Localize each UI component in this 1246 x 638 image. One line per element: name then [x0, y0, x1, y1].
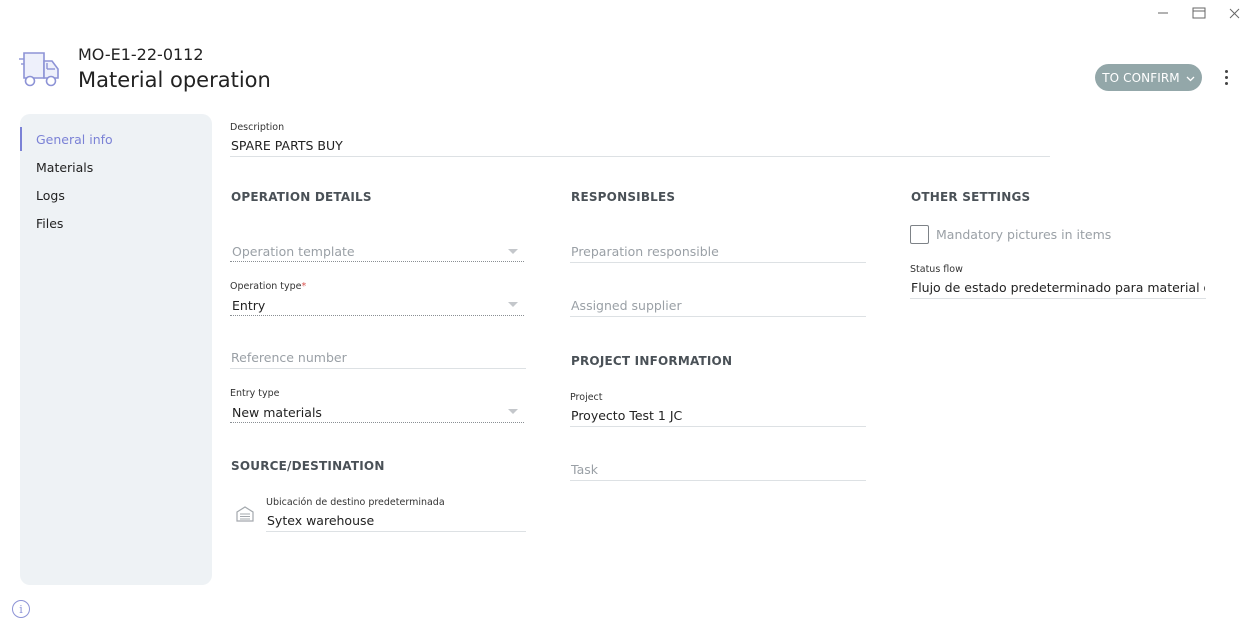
operation-type-underline — [230, 315, 524, 316]
status-flow-label: Status flow — [910, 264, 963, 275]
sidebar-item-logs[interactable]: Logs — [20, 183, 212, 207]
operation-template-select[interactable]: Operation template — [232, 244, 355, 259]
status-button[interactable]: TO CONFIRM — [1095, 64, 1202, 91]
assigned-supplier-input[interactable]: Assigned supplier — [571, 298, 682, 313]
page-title: Material operation — [78, 68, 271, 92]
task-underline — [570, 480, 866, 481]
chevron-down-icon — [1186, 71, 1195, 85]
source-destination-heading: SOURCE/DESTINATION — [231, 459, 385, 473]
minimize-icon[interactable] — [1151, 4, 1175, 22]
description-field[interactable]: SPARE PARTS BUY — [231, 138, 343, 153]
sidebar-item-files[interactable]: Files — [20, 211, 212, 235]
operation-code: MO-E1-22-0112 — [78, 45, 204, 64]
project-underline — [570, 426, 866, 427]
destination-field[interactable]: Sytex warehouse — [267, 513, 374, 528]
operation-template-underline — [230, 261, 524, 262]
status-button-label: TO CONFIRM — [1102, 70, 1180, 85]
truck-icon — [18, 50, 62, 88]
entry-type-select[interactable]: New materials — [232, 405, 322, 420]
operation-type-label: Operation type* — [230, 281, 307, 292]
sidebar-item-general-info[interactable]: General info — [20, 127, 212, 151]
project-label: Project — [570, 392, 603, 403]
description-label: Description — [230, 122, 285, 133]
status-flow-field[interactable]: Flujo de estado predeterminado para mate… — [911, 280, 1205, 295]
sidebar-item-materials[interactable]: Materials — [20, 155, 212, 179]
reference-number-underline — [230, 368, 526, 369]
project-information-heading: PROJECT INFORMATION — [571, 354, 733, 368]
destination-label: Ubicación de destino predeterminada — [266, 497, 445, 508]
chevron-down-icon[interactable] — [508, 302, 518, 307]
description-underline — [230, 156, 1050, 157]
sidebar: General info Materials Logs Files — [20, 114, 212, 585]
entry-type-underline — [230, 422, 524, 423]
task-input[interactable]: Task — [571, 462, 598, 477]
required-mark: * — [301, 281, 307, 292]
destination-underline — [266, 531, 526, 532]
info-icon[interactable]: i — [12, 600, 30, 618]
reference-number-input[interactable]: Reference number — [231, 350, 347, 365]
assigned-supplier-underline — [570, 316, 866, 317]
other-settings-heading: OTHER SETTINGS — [911, 190, 1031, 204]
kebab-menu-icon[interactable] — [1218, 66, 1234, 88]
preparation-responsible-input[interactable]: Preparation responsible — [571, 244, 719, 259]
operation-type-select[interactable]: Entry — [232, 298, 265, 313]
warehouse-icon — [236, 506, 254, 522]
maximize-icon[interactable] — [1187, 4, 1211, 22]
chevron-down-icon[interactable] — [508, 249, 518, 254]
project-field[interactable]: Proyecto Test 1 JC — [571, 408, 682, 423]
chevron-down-icon[interactable] — [508, 409, 518, 414]
close-icon[interactable] — [1222, 4, 1246, 22]
preparation-responsible-underline — [570, 262, 866, 263]
responsibles-heading: RESPONSIBLES — [571, 190, 676, 204]
mandatory-pictures-checkbox[interactable] — [910, 225, 929, 244]
entry-type-label: Entry type — [230, 388, 280, 399]
mandatory-pictures-label: Mandatory pictures in items — [936, 227, 1112, 242]
operation-details-heading: OPERATION DETAILS — [231, 190, 372, 204]
status-flow-underline — [910, 298, 1206, 299]
